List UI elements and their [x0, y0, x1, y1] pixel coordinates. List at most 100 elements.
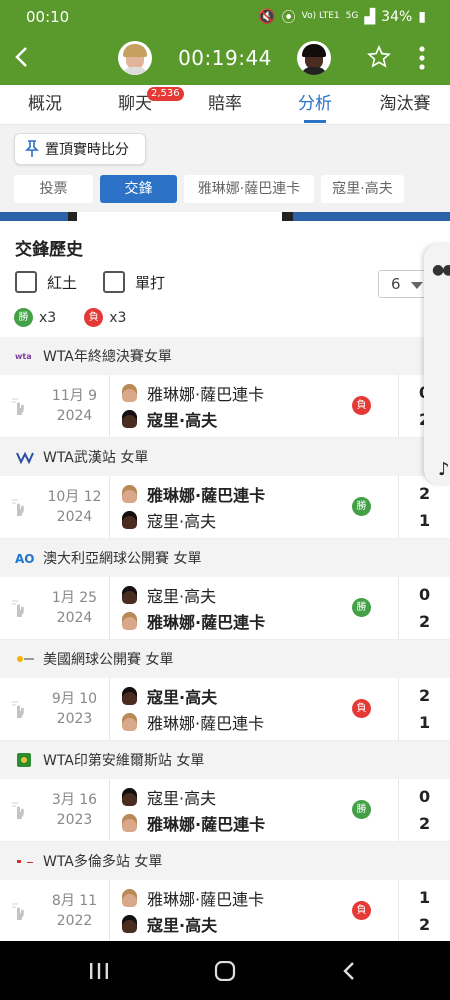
recent-apps-icon[interactable] — [88, 961, 110, 981]
score-player-two: 1 — [419, 713, 431, 732]
tournament-header[interactable]: WTA印第安維爾斯站 女單 — [0, 741, 450, 779]
result-badge: 勝 — [352, 598, 371, 617]
record-summary: 勝 x3 負 x3 — [14, 308, 126, 327]
match-score: 02 — [398, 779, 450, 841]
match-header: 00:19:44 — [0, 33, 450, 85]
tournament-logo-icon — [15, 753, 35, 767]
tournament-header[interactable]: wta WTA年終總決賽女單 — [0, 337, 450, 375]
subtab-player-two[interactable]: 寇里·高夫 — [321, 175, 404, 203]
pin-live-score-button[interactable]: 置頂實時比分 — [14, 133, 146, 165]
match-date: 8月 11 2022 — [40, 880, 110, 941]
player-avatar — [122, 485, 137, 503]
tab-overview[interactable]: 概況 — [0, 85, 90, 124]
floating-side-panel-handle[interactable]: ●● ♪ — [424, 244, 450, 484]
main-tabs: 概況 聊天 2,536 賠率 分析 淘汰賽 — [0, 85, 450, 125]
player-name: 雅琳娜·薩巴連卡 — [147, 486, 266, 505]
subtab-player-one[interactable]: 雅琳娜·薩巴連卡 — [184, 175, 314, 203]
player-name: 雅琳娜·薩巴連卡 — [147, 815, 266, 834]
favorite-star-icon[interactable] — [367, 45, 391, 69]
clay-filter-checkbox[interactable]: 紅土 — [15, 271, 77, 293]
match-score: 02 — [398, 577, 450, 639]
tab-chat[interactable]: 聊天 2,536 — [90, 85, 184, 124]
match-count-select[interactable]: 6 — [378, 270, 430, 298]
match-year: 2024 — [56, 408, 93, 424]
tap-hand-icon — [0, 678, 40, 740]
match-date: 3月 16 2023 — [40, 779, 110, 841]
player-avatar — [122, 814, 137, 832]
tournament-header[interactable]: WTA武漢站 女單 — [0, 438, 450, 476]
player-avatar — [122, 384, 137, 402]
score-player-one: 0 — [419, 585, 431, 604]
loss-icon: 負 — [84, 308, 104, 327]
analysis-subtabs: 投票 交鋒 雅琳娜·薩巴連卡 寇里·高夫 — [14, 175, 404, 203]
location-icon: ⦿ — [281, 9, 296, 26]
tournament-header[interactable]: AO 澳大利亞網球公開賽 女單 — [0, 539, 450, 577]
match-date: 9月 10 2023 — [40, 678, 110, 740]
tap-hand-icon — [0, 375, 40, 437]
match-score: 12 — [398, 880, 450, 941]
match-date: 1月 25 2024 — [40, 577, 110, 639]
tournament-name: WTA年終總決賽女單 — [43, 349, 172, 365]
score-player-two: 2 — [419, 915, 431, 934]
more-dots-icon: ●● — [432, 262, 450, 278]
match-date: 11月 9 2024 — [40, 375, 110, 437]
checkbox-label: 紅土 — [47, 273, 78, 292]
match-row[interactable]: 9月 10 2023 寇里·高夫 雅琳娜·薩巴連卡負 2 1 — [0, 678, 450, 741]
more-options-icon[interactable] — [418, 45, 426, 71]
tab-analysis[interactable]: 分析 — [270, 85, 360, 124]
match-row[interactable]: 11月 92024雅琳娜·薩巴連卡寇里·高夫負02 — [0, 375, 450, 438]
player-avatar — [122, 410, 137, 428]
network-label: Vo) LTE1 — [301, 11, 340, 21]
status-icons: 🔇 ⦿ Vo) LTE1 5G ▟ 34% ▮ — [258, 7, 426, 27]
score-player-one: 0 — [419, 787, 431, 806]
tournament-header[interactable]: WTA多倫多站 女單 — [0, 842, 450, 880]
tournament-header[interactable]: 美國網球公開賽 女單 — [0, 640, 450, 678]
match-year: 2023 — [56, 711, 93, 727]
player-name: 雅琳娜·薩巴連卡 — [147, 890, 265, 909]
match-date: 10月 12 2024 — [40, 476, 110, 538]
pin-icon — [25, 140, 39, 157]
match-row[interactable]: 1月 25 2024 寇里·高夫雅琳娜·薩巴連卡 勝 0 2 — [0, 577, 450, 640]
singles-filter-checkbox[interactable]: 單打 — [103, 271, 165, 293]
tab-odds[interactable]: 賠率 — [180, 85, 270, 124]
subtab-head-to-head[interactable]: 交鋒 — [100, 175, 177, 203]
player-avatar — [122, 915, 137, 933]
match-day: 1月 25 — [51, 590, 98, 606]
tournament-name: WTA多倫多站 女單 — [43, 854, 163, 870]
match-day: 11月 9 — [51, 388, 98, 404]
result-badge: 負 — [352, 901, 371, 920]
tournament-logo-icon: AO — [15, 551, 35, 565]
match-day: 9月 10 — [51, 691, 98, 707]
match-row[interactable]: 3月 16 2023 寇里·高夫 雅琳娜·薩巴連卡勝 0 2 — [0, 779, 450, 842]
tab-knockout[interactable]: 淘汰賽 — [360, 85, 450, 124]
tournament-name: WTA武漢站 女單 — [43, 450, 149, 466]
app-header: 00:10 🔇 ⦿ Vo) LTE1 5G ▟ 34% ▮ 00:19:44 — [0, 0, 450, 85]
score-player-two: 1 — [419, 511, 431, 530]
subtab-vote[interactable]: 投票 — [14, 175, 93, 203]
mute-icon: 🔇 — [258, 8, 276, 25]
score-player-two: 2 — [419, 814, 431, 833]
match-day: 10月 12 — [47, 489, 102, 505]
match-year: 2023 — [56, 812, 93, 828]
home-icon[interactable] — [214, 961, 236, 981]
player-name: 寇里·高夫 — [147, 587, 217, 606]
player-avatar — [122, 788, 137, 806]
match-day: 8月 11 — [51, 893, 98, 909]
back-icon[interactable] — [341, 961, 357, 981]
match-day: 3月 16 — [51, 792, 98, 808]
match-row[interactable]: 10月 12 2024 雅琳娜·薩巴連卡 寇里·高夫勝 2 1 — [0, 476, 450, 539]
result-badge: 負 — [352, 699, 371, 718]
tournament-logo-icon — [15, 854, 35, 868]
match-year: 2024 — [56, 610, 93, 626]
win-count: x3 — [39, 309, 57, 326]
score-player-one: 1 — [419, 888, 431, 907]
signal-icon: ▟ — [364, 8, 376, 25]
loss-count: x3 — [109, 309, 127, 326]
player-name: 雅琳娜·薩巴連卡 — [147, 613, 266, 632]
tournament-logo-icon — [15, 652, 35, 666]
checkbox-label: 單打 — [135, 273, 166, 292]
result-badge: 勝 — [352, 497, 371, 516]
player-two-avatar[interactable] — [297, 41, 331, 75]
match-row[interactable]: 8月 11 2022 雅琳娜·薩巴連卡 寇里·高夫負 1 2 — [0, 880, 450, 941]
player-avatar — [122, 713, 137, 731]
